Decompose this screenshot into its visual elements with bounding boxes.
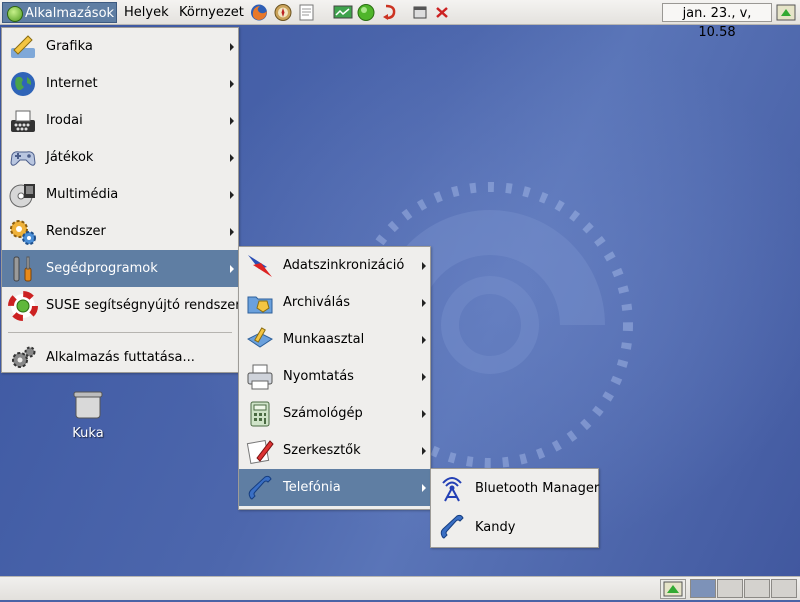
menu-item-label: Grafika [46, 39, 93, 54]
run-gears-icon [12, 346, 36, 368]
workspace-3[interactable] [744, 579, 770, 598]
menu-item-rendszer[interactable]: Rendszer [2, 213, 238, 250]
menu-item-kandy[interactable]: Kandy [431, 508, 598, 547]
menu-item-szamologep[interactable]: Számológép [239, 395, 430, 432]
green-orb-icon[interactable] [356, 3, 376, 22]
submenu-arrow-icon [230, 265, 234, 273]
submenu-arrow-icon [422, 410, 426, 418]
submenu-arrow-icon [422, 262, 426, 270]
gamepad-icon [10, 151, 36, 166]
typewriter-icon [11, 110, 35, 132]
submenu-arrow-icon [422, 447, 426, 455]
top-panel: Alkalmazások Helyek Környezet jan. 23., … [0, 0, 800, 40]
submenu-arrow-icon [230, 80, 234, 88]
globe-icon [11, 72, 35, 96]
red-arrow-icon[interactable] [380, 3, 400, 22]
suse-icon [7, 6, 23, 22]
document-icon[interactable] [297, 3, 317, 22]
menu-item-segedprogramok[interactable]: Segédprogramok [2, 250, 238, 287]
menu-item-label: Nyomtatás [283, 369, 354, 384]
menu-item-nyomtatas[interactable]: Nyomtatás [239, 358, 430, 395]
workspace-2[interactable] [717, 579, 743, 598]
places-menu-button[interactable]: Helyek [120, 2, 173, 23]
menu-item-label: SUSE segítségnyújtó rendszer [46, 298, 241, 313]
menu-item-label: Rendszer [46, 224, 106, 239]
submenu-arrow-icon [422, 484, 426, 492]
menu-item-label: Telefónia [283, 480, 341, 495]
applications-menu-button[interactable]: Alkalmazások [2, 2, 117, 23]
tools-icon [13, 256, 32, 282]
submenu-arrow-icon [422, 299, 426, 307]
desktop-icon [247, 327, 273, 348]
menu-item-jatekok[interactable]: Játékok [2, 139, 238, 176]
menu-item-label: Szerkesztők [283, 443, 361, 458]
menu-item-irodai[interactable]: Irodai [2, 102, 238, 139]
menu-item-grafika[interactable]: Grafika [2, 28, 238, 65]
trash-desktop-icon[interactable]: Kuka [58, 390, 118, 441]
menu-item-suse-help[interactable]: SUSE segítségnyújtó rendszer [2, 287, 241, 324]
submenu-arrow-icon [422, 373, 426, 381]
applications-label: Alkalmazások [25, 6, 115, 21]
menu-item-label: Alkalmazás futtatása... [46, 350, 195, 365]
trash-label: Kuka [72, 426, 104, 441]
submenu-arrow-icon [230, 154, 234, 162]
menu-item-archivalas[interactable]: Archiválás [239, 284, 430, 321]
menu-item-label: Archiválás [283, 295, 350, 310]
trash-icon [73, 391, 103, 419]
bluetooth-icon [442, 477, 462, 502]
menu-item-telefonia[interactable]: Telefónia [239, 469, 430, 506]
submenu-arrow-icon [422, 336, 426, 344]
menu-item-label: Munkaasztal [283, 332, 365, 347]
menu-item-label: Bluetooth Manager [475, 481, 600, 496]
printer-icon [247, 364, 273, 390]
menu-item-label: Adatszinkronizáció [283, 258, 405, 273]
notification-icon[interactable] [776, 4, 796, 21]
menu-item-run-application[interactable]: Alkalmazás futtatása... [2, 341, 238, 374]
menu-separator [8, 332, 232, 333]
gears-icon [10, 220, 36, 245]
clock[interactable]: jan. 23., v, 10.58 [662, 3, 772, 40]
show-desktop-icon [663, 581, 683, 597]
window-icon[interactable] [410, 3, 430, 22]
menu-item-label: Számológép [283, 406, 363, 421]
submenu-arrow-icon [230, 117, 234, 125]
calculator-icon [250, 401, 270, 427]
system-menu-button[interactable]: Környezet [175, 2, 248, 23]
workspace-1[interactable] [690, 579, 716, 598]
menu-item-szerkesztok[interactable]: Szerkesztők [239, 432, 430, 469]
menu-item-adatszinkronizacio[interactable]: Adatszinkronizáció [239, 247, 430, 284]
menu-item-label: Kandy [475, 520, 516, 535]
phone-icon [248, 475, 272, 500]
menu-item-multimedia[interactable]: Multimédia [2, 176, 238, 213]
monitor-icon[interactable] [333, 3, 353, 22]
menu-item-label: Irodai [46, 113, 83, 128]
firefox-icon[interactable] [249, 3, 269, 22]
archive-icon [247, 296, 273, 314]
editor-icon [246, 440, 274, 464]
compass-icon[interactable] [273, 3, 293, 22]
applications-menu: Grafika Internet Irodai Játékok Multiméd… [1, 27, 241, 374]
menu-item-bluetooth-manager[interactable]: Bluetooth Manager [431, 469, 600, 508]
menu-item-internet[interactable]: Internet [2, 65, 238, 102]
lifebuoy-icon [8, 291, 38, 321]
close-x-icon[interactable] [432, 3, 452, 22]
multimedia-icon [9, 184, 35, 208]
menu-item-label: Internet [46, 76, 98, 91]
sync-icon [248, 255, 272, 277]
workspace-4[interactable] [771, 579, 797, 598]
telephony-submenu: Bluetooth Manager Kandy [430, 468, 599, 548]
menu-item-label: Játékok [46, 150, 94, 165]
show-desktop-button[interactable] [660, 579, 686, 599]
submenu-arrow-icon [230, 191, 234, 199]
phone-icon [440, 514, 464, 539]
submenu-arrow-icon [230, 228, 234, 236]
menu-item-munkaasztal[interactable]: Munkaasztal [239, 321, 430, 358]
menu-item-label: Segédprogramok [46, 261, 158, 276]
submenu-arrow-icon [230, 43, 234, 51]
graphics-icon [11, 35, 35, 58]
menu-item-label: Multimédia [46, 187, 119, 202]
bottom-panel [0, 576, 800, 600]
utilities-submenu: Adatszinkronizáció Archiválás Munkaaszta… [238, 246, 431, 510]
